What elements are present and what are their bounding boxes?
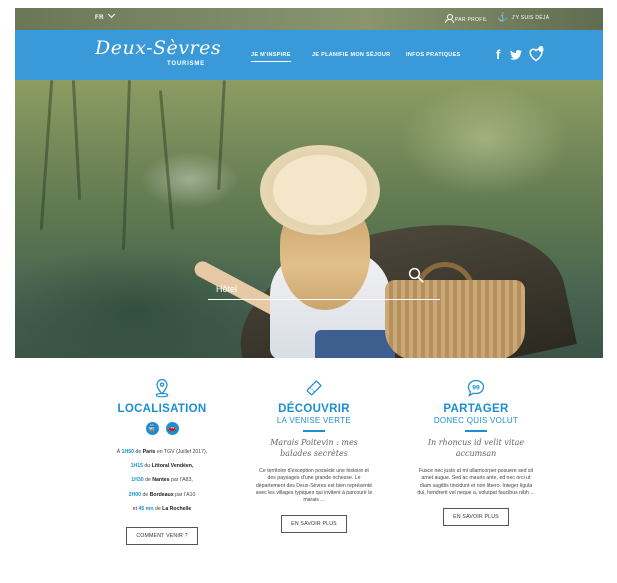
twitter-icon[interactable]	[510, 50, 522, 60]
car-icon: 🚗	[165, 422, 179, 435]
distance-line: 2H00 de Bordeaux par l'A10	[128, 491, 196, 498]
partager-description: Fusce nec justo at mi ullamcorper posuer…	[417, 468, 535, 496]
decouvrir-en-savoir-plus-button[interactable]: EN SAVOIR PLUS	[281, 515, 347, 534]
nav-item-planifie[interactable]: JE PLANIFIE MON SÉJOUR	[312, 52, 390, 58]
hero-image	[15, 80, 603, 358]
straw-hat	[260, 145, 380, 235]
partager-subtitle: DONEC QUIS VOLUT	[433, 416, 519, 425]
reed-reflection	[71, 80, 82, 200]
jeans	[315, 330, 395, 358]
chevron-down-icon	[107, 10, 116, 19]
nav-item-infos[interactable]: INFOS PRATIQUES	[406, 52, 461, 58]
language-selector[interactable]: FR	[95, 10, 116, 21]
partager-tagline: In rhoncus id velit vitae accumsan	[427, 438, 525, 458]
reed-reflection	[217, 80, 226, 191]
ticket-icon	[306, 380, 322, 396]
divider	[303, 430, 325, 432]
distance-line: 1H15 du Littoral Vendéen,	[130, 463, 194, 470]
logo-script: Deux-Sèvres	[95, 37, 222, 59]
main-navbar: Deux-Sèvres TOURISME JE M'INSPIRE JE PLA…	[15, 30, 603, 80]
reed-reflection	[122, 80, 131, 251]
already-there-link[interactable]: ⚓ J'Y SUIS DÉJÀ	[497, 12, 549, 23]
site-logo[interactable]: Deux-Sèvres TOURISME	[95, 37, 222, 67]
site-frame: FR PAR PROFIL ⚓ J'Y SUIS DÉJÀ Deux-Sèvres…	[15, 8, 603, 358]
column-partager: 99 PARTAGER DONEC QUIS VOLUT In rhoncus …	[396, 378, 556, 527]
svg-text:99: 99	[472, 385, 480, 392]
transport-icons: 🚆 🚗	[82, 422, 242, 435]
page: FR PAR PROFIL ⚓ J'Y SUIS DÉJÀ Deux-Sèvres…	[0, 0, 617, 583]
favorites-count: 0	[542, 46, 546, 52]
logo-subtitle: TOURISME	[167, 61, 205, 67]
localisation-title: LOCALISATION	[117, 403, 207, 415]
distance-line: À 1H50 de Paris en TGV (Juillet 2017),	[116, 449, 208, 455]
column-localisation: LOCALISATION 🚆 🚗 À 1H50 de Paris en TGV …	[82, 378, 242, 546]
reed-reflection	[39, 80, 54, 230]
partager-title: PARTAGER	[443, 403, 509, 415]
search-icon[interactable]	[407, 266, 425, 284]
column-decouvrir: DÉCOUVRIR LA VENISE VERTE Marais Poitevi…	[234, 378, 394, 534]
top-bar: FR PAR PROFIL ⚓ J'Y SUIS DÉJÀ	[15, 8, 603, 30]
facebook-icon[interactable]: f	[496, 47, 500, 62]
search-input[interactable]	[208, 278, 440, 300]
distance-line: 1H30 de Nantes par l'A83,	[131, 477, 193, 484]
decouvrir-tagline: Marais Poitevin : mes balades secrètes	[270, 438, 358, 458]
decouvrir-title: DÉCOUVRIR	[278, 403, 350, 415]
decouvrir-subtitle: LA VENISE VERTE	[276, 416, 352, 425]
map-pin-icon	[155, 379, 169, 398]
decouvrir-description: Ce territoire d'exception possède une hi…	[255, 468, 373, 504]
already-there-label: J'Y SUIS DÉJÀ	[511, 15, 550, 21]
anchor-icon: ⚓	[497, 12, 509, 22]
profile-label: PAR PROFIL	[455, 17, 488, 23]
comment-venir-button[interactable]: COMMENT VENIR ?	[126, 527, 198, 546]
partager-en-savoir-plus-button[interactable]: EN SAVOIR PLUS	[443, 508, 509, 527]
distance-line: et 45 mn de La Rochelle	[132, 505, 192, 512]
divider	[465, 430, 487, 432]
train-icon: 🚆	[145, 422, 159, 435]
reed-reflection	[158, 90, 175, 230]
localisation-lines: À 1H50 de Paris en TGV (Juillet 2017), 1…	[82, 445, 242, 516]
nav-item-inspire[interactable]: JE M'INSPIRE	[251, 52, 291, 62]
user-icon	[445, 14, 454, 23]
quote-bubble-icon: 99	[467, 379, 485, 397]
language-label: FR	[95, 15, 104, 21]
profile-link[interactable]: PAR PROFIL	[445, 13, 487, 23]
